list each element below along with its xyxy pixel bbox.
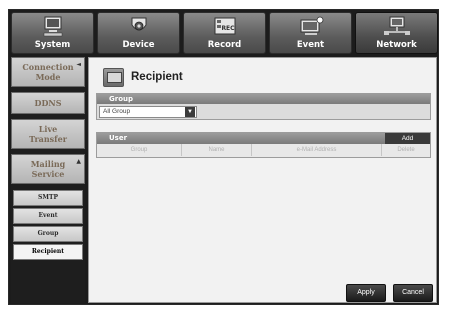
sidebar-item-label: DDNS — [34, 98, 62, 108]
recipient-icon — [103, 67, 124, 87]
tab-device-label: Device — [122, 40, 155, 50]
sidebar-item-label: Live Transfer — [29, 124, 67, 144]
main-tabs: System Device REC Record Event Network — [11, 12, 438, 54]
sidebar-subitem-label: Group — [37, 230, 59, 237]
user-table-header: Group Name e-Mail Address Delete — [97, 144, 430, 156]
user-section: User Add Group Name e-Mail Address Delet… — [96, 132, 431, 158]
sidebar-subitem-smtp[interactable]: SMTP — [13, 190, 83, 206]
group-select[interactable]: All Group ▼ — [99, 106, 197, 118]
sidebar-item-connection-mode[interactable]: Connection Mode ◄ — [11, 57, 85, 87]
sidebar-subitem-label: SMTP — [38, 194, 58, 201]
record-icon: REC — [214, 17, 235, 35]
event-icon — [300, 16, 323, 35]
dvr-window: System Device REC Record Event Network C… — [8, 9, 439, 305]
column-header-email[interactable]: e-Mail Address — [252, 144, 382, 156]
column-header-delete[interactable]: Delete — [382, 144, 430, 156]
group-select-value: All Group — [103, 108, 131, 115]
sidebar-item-label: Connection Mode — [22, 62, 74, 82]
tab-record[interactable]: REC Record — [183, 12, 266, 54]
column-header-name[interactable]: Name — [182, 144, 252, 156]
user-header: User Add — [97, 133, 430, 144]
sidebar-subitem-label: Recipient — [31, 248, 65, 255]
tab-system-label: System — [34, 40, 71, 50]
sidebar-item-ddns[interactable]: DDNS — [11, 92, 85, 114]
record-icon-text: REC — [221, 25, 235, 32]
tab-system[interactable]: System — [11, 12, 94, 54]
add-button[interactable]: Add — [385, 133, 430, 144]
sidebar-item-mailing-service[interactable]: Mailing Service ▲ — [11, 154, 85, 184]
tab-network[interactable]: Network — [355, 12, 438, 54]
collapse-marker-icon: ▲ — [76, 158, 81, 165]
tab-event-label: Event — [296, 40, 325, 50]
page-header: Recipient — [103, 66, 183, 88]
network-icon — [383, 16, 410, 35]
tab-event[interactable]: Event — [269, 12, 352, 54]
cancel-button[interactable]: Cancel — [393, 284, 433, 302]
chevron-down-icon[interactable]: ▼ — [185, 107, 195, 117]
tab-device[interactable]: Device — [97, 12, 180, 54]
system-monitor-icon — [43, 16, 62, 37]
tab-network-label: Network — [376, 40, 417, 50]
recipient-panel: Recipient Group All Group ▼ User Add Gro… — [88, 57, 437, 303]
page-title: Recipient — [131, 71, 183, 83]
sidebar: Connection Mode ◄ DDNS Live Transfer Mai… — [11, 57, 85, 303]
group-section: Group All Group ▼ — [96, 93, 431, 120]
sidebar-item-live-transfer[interactable]: Live Transfer — [11, 119, 85, 149]
group-header: Group — [97, 94, 430, 104]
sidebar-item-label: Mailing Service — [30, 159, 66, 179]
sidebar-subitem-label: Event — [38, 212, 58, 219]
user-header-label: User — [109, 134, 128, 142]
sidebar-subitem-event[interactable]: Event — [13, 208, 83, 224]
sidebar-subitem-recipient[interactable]: Recipient — [13, 244, 83, 260]
tab-record-label: Record — [207, 40, 242, 50]
column-header-group[interactable]: Group — [97, 144, 182, 156]
apply-button[interactable]: Apply — [346, 284, 386, 302]
expand-marker-icon: ◄ — [76, 61, 81, 68]
camera-icon — [131, 17, 146, 31]
sidebar-subitem-group[interactable]: Group — [13, 226, 83, 242]
